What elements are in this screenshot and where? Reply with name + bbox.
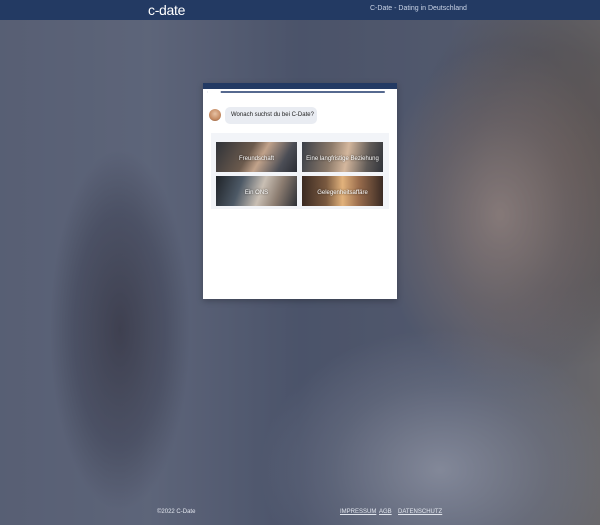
answer-options: Freundschaft Eine langfristige Beziehung… (211, 133, 389, 209)
footer-copyright: ©2022 C-Date (157, 509, 196, 515)
footer-link-agb[interactable]: AGB (379, 509, 392, 515)
option-freundschaft[interactable]: Freundschaft (216, 142, 297, 172)
option-label: Ein ONS (244, 190, 269, 196)
option-label: Eine langfristige Beziehung (306, 156, 379, 162)
option-gelegenheitsaffaere[interactable]: Gelegenheitsaffäre (302, 176, 383, 206)
quiz-card: Wonach suchst du bei C-Date? Freundschaf… (203, 83, 397, 299)
footer-link-datenschutz[interactable]: DATENSCHUTZ (398, 509, 442, 515)
option-label: Freundschaft (238, 156, 275, 162)
option-label: Gelegenheitsaffäre (317, 190, 368, 196)
progress-bar (207, 91, 385, 93)
tagline: C-Date - Dating in Deutschland (370, 5, 467, 12)
avatar (209, 109, 221, 121)
logo[interactable]: c-date (148, 2, 185, 18)
top-bar: c-date C-Date - Dating in Deutschland (0, 0, 600, 20)
option-ons[interactable]: Ein ONS (216, 176, 297, 206)
progress-fill (207, 91, 222, 93)
option-langfristige-beziehung[interactable]: Eine langfristige Beziehung (302, 142, 383, 172)
footer-link-impressum[interactable]: IMPRESSUM (340, 509, 376, 515)
question-bubble: Wonach suchst du bei C-Date? (225, 107, 317, 124)
